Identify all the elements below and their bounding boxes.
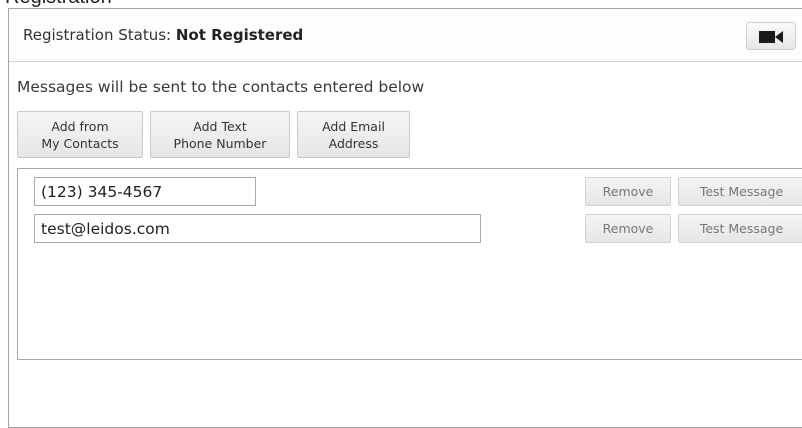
add-text-phone-line2: Phone Number (173, 136, 267, 151)
contact-email-input[interactable] (34, 214, 481, 243)
add-from-contacts-button[interactable]: Add from My Contacts (17, 111, 143, 158)
add-email-address-line2: Address (328, 136, 379, 151)
notification-panel: Registration Status: Not Registered Mess… (8, 8, 802, 428)
registration-status-value: Not Registered (175, 26, 304, 44)
add-email-address-button[interactable]: Add Email Address (297, 111, 410, 158)
add-text-phone-line1: Add Text (193, 119, 247, 134)
add-from-contacts-line2: My Contacts (41, 136, 119, 151)
remove-contact-button[interactable]: Remove (585, 214, 671, 243)
instructions-text: Messages will be sent to the contacts en… (17, 78, 425, 96)
test-message-button[interactable]: Test Message (678, 177, 802, 206)
registration-status-bar: Registration Status: Not Registered (9, 9, 802, 62)
test-message-button[interactable]: Test Message (678, 214, 802, 243)
contact-phone-input[interactable] (34, 177, 256, 206)
video-camera-icon (759, 31, 783, 43)
video-call-button[interactable] (746, 22, 796, 50)
add-text-phone-button[interactable]: Add Text Phone Number (150, 111, 290, 158)
contacts-list: Remove Test Message Remove Test Message (17, 168, 802, 360)
add-from-contacts-line1: Add from (51, 119, 109, 134)
remove-contact-button[interactable]: Remove (585, 177, 671, 206)
registration-status-label: Registration Status: (23, 26, 172, 44)
registration-status: Registration Status: Not Registered (23, 26, 303, 44)
add-email-address-line1: Add Email (322, 119, 385, 134)
